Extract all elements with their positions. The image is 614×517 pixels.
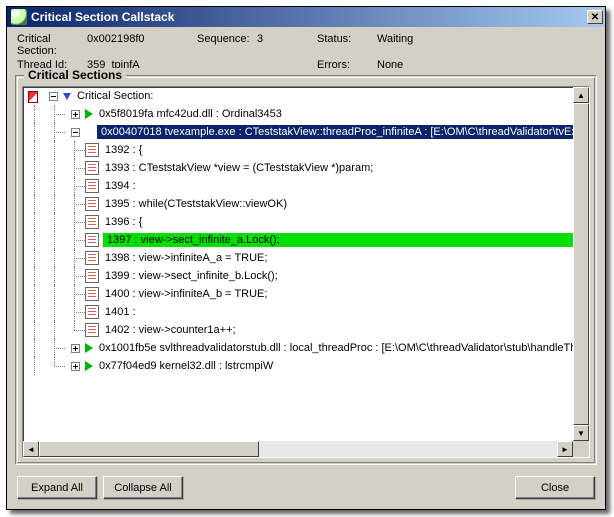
expand-toggle[interactable] [43,87,63,105]
errors-label: Errors: [317,59,377,71]
vertical-scrollbar[interactable]: ▲ ▼ [573,87,589,441]
tree-row[interactable]: 1394 : [23,177,573,195]
document-icon [85,197,99,211]
collapse-all-button[interactable]: Collapse All [103,476,183,499]
play-icon [85,343,93,353]
expand-toggle[interactable] [65,105,85,123]
document-icon [85,215,99,229]
document-icon [85,179,99,193]
tree-row[interactable]: 1398 : view->infiniteA_a = TRUE; [23,249,573,267]
window-title: Critical Section Callstack [31,10,587,24]
status-value: Waiting [377,33,467,57]
tree-row[interactable]: 1393 : CTeststakView *view = (CTeststakV… [23,159,573,177]
tree-row[interactable]: 0x1001fb5e svlthreadvalidatorstub.dll : … [23,339,573,357]
tree-row[interactable]: 1397 : view->sect_infinite_a.Lock(); [23,231,573,249]
tree-label: 1402 : view->counter1a++; [103,324,236,336]
tree-container: Critical Section: 0x5f8019fa mfc42ud.dll … [22,86,590,458]
tree-row[interactable]: 1399 : view->sect_infinite_b.Lock(); [23,267,573,285]
critical-sections-group: Critical Sections Critical Section:0x5f8… [15,75,597,465]
expand-toggle[interactable] [65,339,85,357]
close-button[interactable]: Close [515,476,595,499]
window: Critical Section Callstack ✕ Critical Se… [6,6,606,510]
seq-label: Sequence: [197,33,257,57]
button-bar: Expand All Collapse All Close [17,476,595,499]
seq-value: 3 [257,33,317,57]
tree-label: Critical Section: [75,90,153,102]
tree[interactable]: Critical Section: 0x5f8019fa mfc42ud.dll … [23,87,573,441]
tree-row[interactable]: 1396 : { [23,213,573,231]
group-label: Critical Sections [24,68,126,82]
play-icon [85,361,93,371]
scroll-right-icon[interactable]: ► [557,441,573,457]
tree-label: 1401 : [103,306,136,318]
tree-label: 1392 : { [103,144,142,156]
tree-row[interactable]: 0x00407018 tvexample.exe : CTeststakView… [23,123,573,141]
tree-label: 0x1001fb5e svlthreadvalidatorstub.dll : … [97,342,573,354]
critsec-value: 0x002198f0 [87,33,197,57]
document-icon [85,143,99,157]
tree-row[interactable]: 0x77f04ed9 kernel32.dll : lstrcmpiW [23,357,573,375]
play-icon [85,109,93,119]
tree-label: 1398 : view->infiniteA_a = TRUE; [103,252,267,264]
tree-label: 1394 : [103,180,136,192]
hscroll-thumb[interactable] [39,441,259,457]
tree-label: 1399 : view->sect_infinite_b.Lock(); [103,270,278,282]
triangle-down-icon [63,93,71,100]
expand-toggle[interactable] [65,123,85,141]
tree-label: 1397 : view->sect_infinite_a.Lock(); [105,234,280,246]
document-icon [85,305,99,319]
expand-all-button[interactable]: Expand All [17,476,97,499]
document-icon [85,323,99,337]
tree-root[interactable]: Critical Section: [23,87,573,105]
app-icon [11,9,27,25]
tree-label: 1393 : CTeststakView *view = (CTeststakV… [103,162,373,174]
tree-label: 0x5f8019fa mfc42ud.dll : Ordinal3453 [97,108,282,120]
errors-value: None [377,59,467,71]
tree-label: 1396 : { [103,216,142,228]
document-icon [85,161,99,175]
tree-row[interactable]: 1401 : [23,303,573,321]
scroll-up-icon[interactable]: ▲ [573,87,589,103]
tree-label: 0x77f04ed9 kernel32.dll : lstrcmpiW [97,360,273,372]
scroll-down-icon[interactable]: ▼ [573,425,589,441]
tree-row[interactable]: 0x5f8019fa mfc42ud.dll : Ordinal3453 [23,105,573,123]
tree-row[interactable]: 1400 : view->infiniteA_b = TRUE; [23,285,573,303]
tree-row[interactable]: 1395 : while(CTeststakView::viewOK) [23,195,573,213]
titlebar[interactable]: Critical Section Callstack ✕ [7,7,605,27]
scroll-corner [573,441,589,457]
tree-row[interactable]: 1402 : view->counter1a++; [23,321,573,339]
horizontal-scrollbar[interactable]: ◄ ► [23,441,573,457]
status-label: Status: [317,33,377,57]
close-icon[interactable]: ✕ [587,10,603,24]
document-icon [85,287,99,301]
tree-row[interactable]: 1392 : { [23,141,573,159]
tree-label: 1395 : while(CTeststakView::viewOK) [103,198,287,210]
document-icon [85,269,99,283]
document-icon [85,233,99,247]
root-icon [25,89,39,103]
expand-toggle[interactable] [65,357,85,375]
document-icon [85,251,99,265]
scroll-left-icon[interactable]: ◄ [23,441,39,457]
vscroll-thumb[interactable] [573,103,589,425]
tree-label: 1400 : view->infiniteA_b = TRUE; [103,288,267,300]
tree-label: 0x00407018 tvexample.exe : CTeststakView… [99,126,573,138]
critsec-label: Critical Section: [17,33,87,57]
